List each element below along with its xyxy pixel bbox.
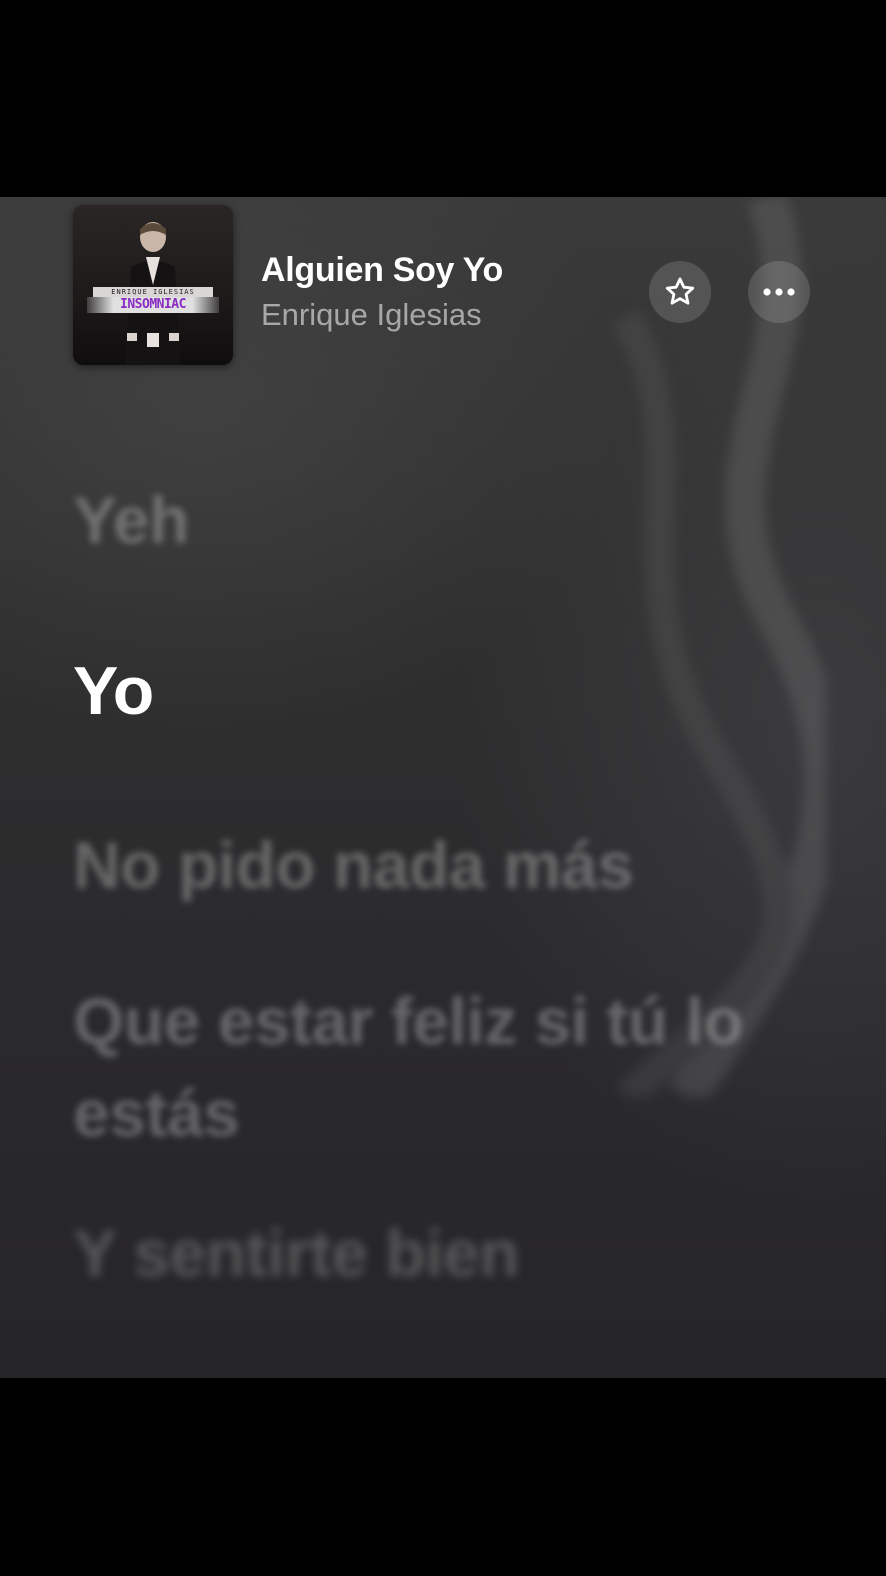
lyrics-screen: ENRIQUE IGLESIAS INSOMNIAC Alguien Soy Y…: [0, 197, 886, 1378]
lyric-line-cut-off: [73, 1342, 91, 1378]
song-artist[interactable]: Enrique Iglesias: [261, 297, 482, 333]
more-options-button[interactable]: [748, 261, 810, 323]
lyric-line-scrolled-off: [73, 365, 85, 419]
album-artwork[interactable]: ENRIQUE IGLESIAS INSOMNIAC: [73, 205, 233, 365]
lyric-line-previous[interactable]: Yeh: [73, 482, 189, 558]
song-title[interactable]: Alguien Soy Yo: [261, 251, 503, 290]
star-outline-icon: [665, 277, 695, 305]
artwork-album-title: INSOMNIAC: [87, 297, 219, 313]
ellipsis-icon: [763, 288, 795, 296]
favorite-button[interactable]: [649, 261, 711, 323]
now-playing-header: ENRIQUE IGLESIAS INSOMNIAC Alguien Soy Y…: [0, 197, 886, 377]
lyric-line-current[interactable]: Yo: [73, 652, 154, 730]
lyric-line-next[interactable]: No pido nada más: [73, 827, 634, 903]
lyric-line-upcoming[interactable]: Y sentirte bien: [73, 1215, 520, 1291]
artwork-artist-banner: ENRIQUE IGLESIAS: [93, 287, 213, 297]
lyric-line-upcoming[interactable]: Que estar feliz si tú lo estás: [73, 975, 773, 1159]
